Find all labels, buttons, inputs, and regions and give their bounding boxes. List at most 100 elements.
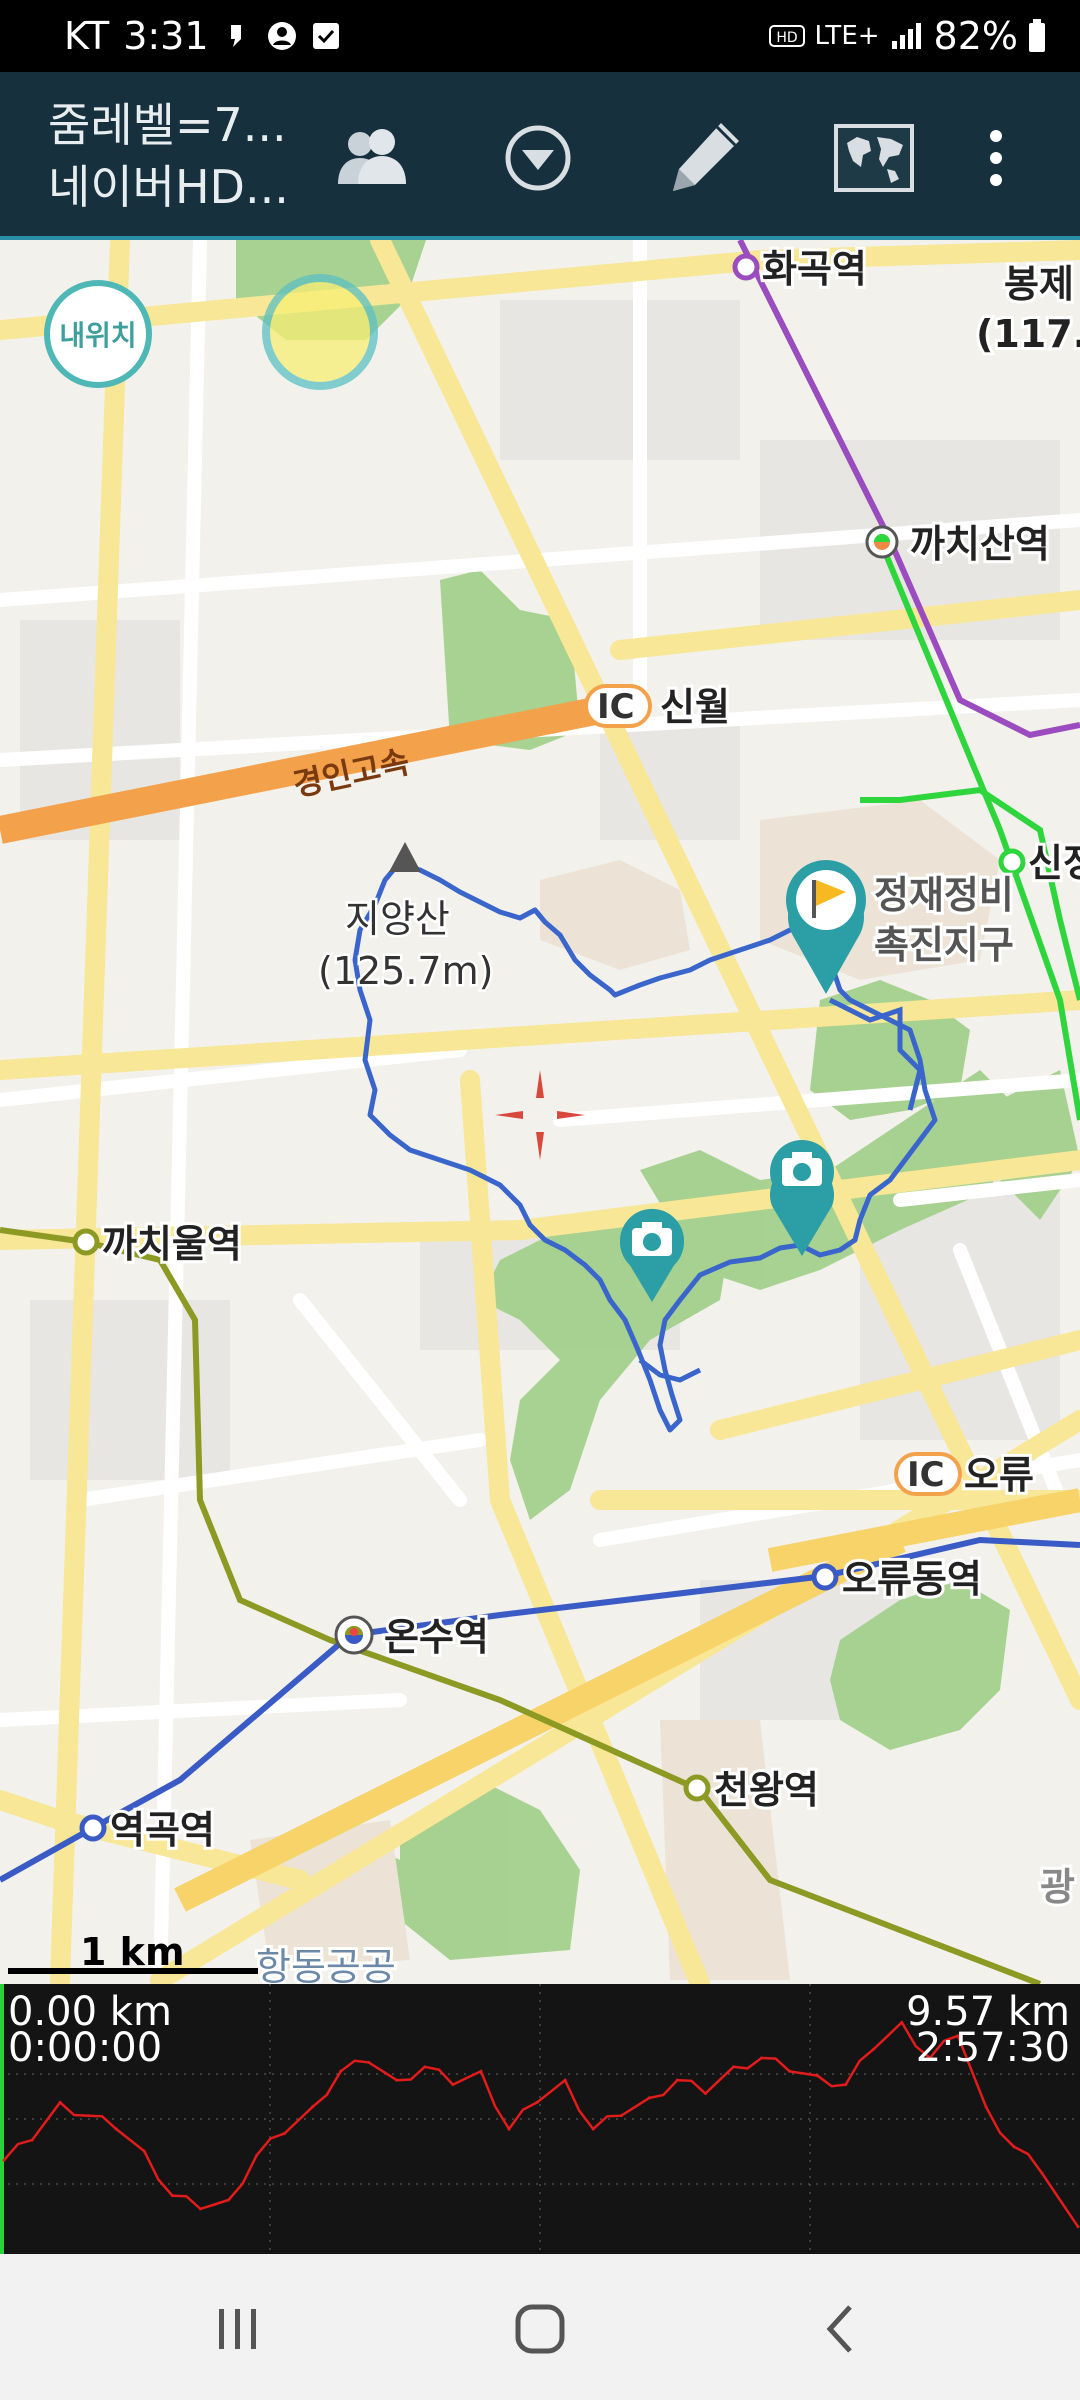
elevation-point <box>226 2198 230 2202</box>
elevation-point <box>703 2091 707 2095</box>
label-jeongjae-2: 촉진지구 <box>874 923 1014 967</box>
network-type: LTE+ <box>814 21 880 51</box>
ic-label-sinwol: IC <box>597 687 635 727</box>
elevation-point <box>872 2047 876 2051</box>
people-icon <box>338 129 406 184</box>
peak-name: 지양산 <box>345 897 450 941</box>
elevation-point <box>198 2207 202 2211</box>
station-kkachiul[interactable] <box>72 1228 100 1256</box>
label-bongje: 봉제 <box>1004 262 1074 306</box>
edit-button[interactable] <box>656 110 752 206</box>
elevation-point <box>86 2114 90 2118</box>
elevation-chart[interactable]: 0.00 km 0:00:00 9.57 km 2:57:30 <box>0 1984 1080 2254</box>
elevation-point <box>900 2020 904 2024</box>
elevation-point <box>2 2158 6 2162</box>
elevation-point <box>395 2078 399 2082</box>
elevation-point <box>170 2194 174 2198</box>
map-canvas[interactable]: 화곡역 봉제 (117.3 까치산역 신월 신정 정재정비 촉진지구 까치울역 … <box>0 240 1080 1984</box>
station-kkachisan[interactable] <box>865 525 899 559</box>
status-right: HD LTE+ 82% <box>768 14 1046 58</box>
overflow-menu-icon <box>990 130 1002 186</box>
elevation-point <box>788 2069 792 2073</box>
elevation-point <box>619 2114 623 2118</box>
label-sinjeong: 신정 <box>1028 841 1080 885</box>
system-nav-bar <box>0 2254 1080 2400</box>
label-oryu: 오류 <box>964 1453 1034 1497</box>
elevation-point <box>563 2078 567 2082</box>
battery-icon <box>1029 19 1045 52</box>
back-button[interactable] <box>800 2294 880 2364</box>
app-title[interactable]: 줌레벨=7... 네이버HD... <box>48 94 289 218</box>
elevation-point <box>451 2083 455 2087</box>
station-yeokgok[interactable] <box>79 1814 107 1842</box>
elevation-point <box>283 2131 287 2135</box>
title-line-1: 줌레벨=7... <box>48 98 287 152</box>
recent-apps-button[interactable] <box>198 2294 278 2364</box>
recent-apps-icon <box>219 2309 256 2349</box>
label-sinwol: 신월 <box>660 685 730 729</box>
station-sinjeong[interactable] <box>998 848 1026 876</box>
elevation-point <box>30 2138 34 2142</box>
label-onsu: 온수역 <box>384 1615 489 1659</box>
dropdown-button[interactable] <box>490 110 586 206</box>
elevation-point <box>1040 2171 1044 2175</box>
scale-line <box>8 1968 258 1974</box>
my-location-button[interactable]: 내위치 <box>44 280 152 388</box>
home-icon <box>515 2304 565 2354</box>
pencil-icon <box>673 123 739 191</box>
elevation-point <box>591 2127 595 2131</box>
elevation-point <box>479 2069 483 2073</box>
home-button[interactable] <box>500 2294 580 2364</box>
elevation-point <box>423 2065 427 2069</box>
label-bongje-elev: (117.3 <box>976 312 1080 356</box>
people-button[interactable] <box>324 110 420 206</box>
elevation-point <box>760 2056 764 2060</box>
elevation-point <box>535 2100 539 2104</box>
station-onsu[interactable] <box>334 1615 374 1655</box>
elevation-point <box>507 2127 511 2131</box>
station-oryudong[interactable] <box>811 1563 839 1591</box>
station-hwagok[interactable] <box>732 253 760 281</box>
label-hwagok: 화곡역 <box>762 247 867 291</box>
message-icon <box>230 25 241 47</box>
elevation-point <box>647 2096 651 2100</box>
elevation-point <box>255 2154 259 2158</box>
elevation-point <box>731 2065 735 2069</box>
elevation-point <box>1012 2145 1016 2149</box>
label-yeokgok: 역곡역 <box>110 1808 215 1852</box>
elevation-point <box>142 2149 146 2153</box>
hd-voice-icon: HD <box>768 25 805 47</box>
elevation-point <box>675 2078 679 2082</box>
elevation-point <box>114 2127 118 2131</box>
elevation-point <box>339 2069 343 2073</box>
carrier-label: KT <box>64 14 110 58</box>
peak-elevation: (125.7m) <box>318 949 493 993</box>
position-cursor <box>0 1984 4 2254</box>
account-icon <box>267 22 296 50</box>
clock: 3:31 <box>123 14 209 58</box>
label-gwang: 광 <box>1040 1865 1075 1909</box>
signal-icon <box>891 23 921 49</box>
start-time: 0:00:00 <box>8 2025 163 2071</box>
map-layer-button[interactable] <box>826 110 922 206</box>
checkbox-icon <box>312 23 339 49</box>
status-left: KT 3:31 <box>64 14 341 58</box>
world-map-icon <box>834 124 914 192</box>
label-jeongjae-1: 정재정비 <box>874 873 1014 917</box>
battery-percent: 82% <box>933 14 1018 58</box>
elevation-point <box>311 2105 315 2109</box>
elevation-point <box>984 2105 988 2109</box>
overflow-menu-button[interactable] <box>966 110 1026 206</box>
map-view[interactable]: 화곡역 봉제 (117.3 까치산역 신월 신정 정재정비 촉진지구 까치울역 … <box>0 240 1080 1984</box>
elevation-point <box>844 2083 848 2087</box>
status-bar: KT 3:31 HD LTE+ 82% <box>0 0 1080 72</box>
elevation-point <box>1076 2225 1080 2229</box>
elevation-point <box>58 2100 62 2104</box>
title-line-2: 네이버HD... <box>48 160 289 214</box>
station-cheonwang[interactable] <box>683 1774 711 1802</box>
label-kkachiul: 까치울역 <box>102 1222 242 1266</box>
end-time: 2:57:30 <box>915 2025 1070 2071</box>
app-bar: 줌레벨=7... 네이버HD... <box>0 72 1080 240</box>
label-kkachisan: 까치산역 <box>910 522 1050 566</box>
elevation-point <box>816 2074 820 2078</box>
